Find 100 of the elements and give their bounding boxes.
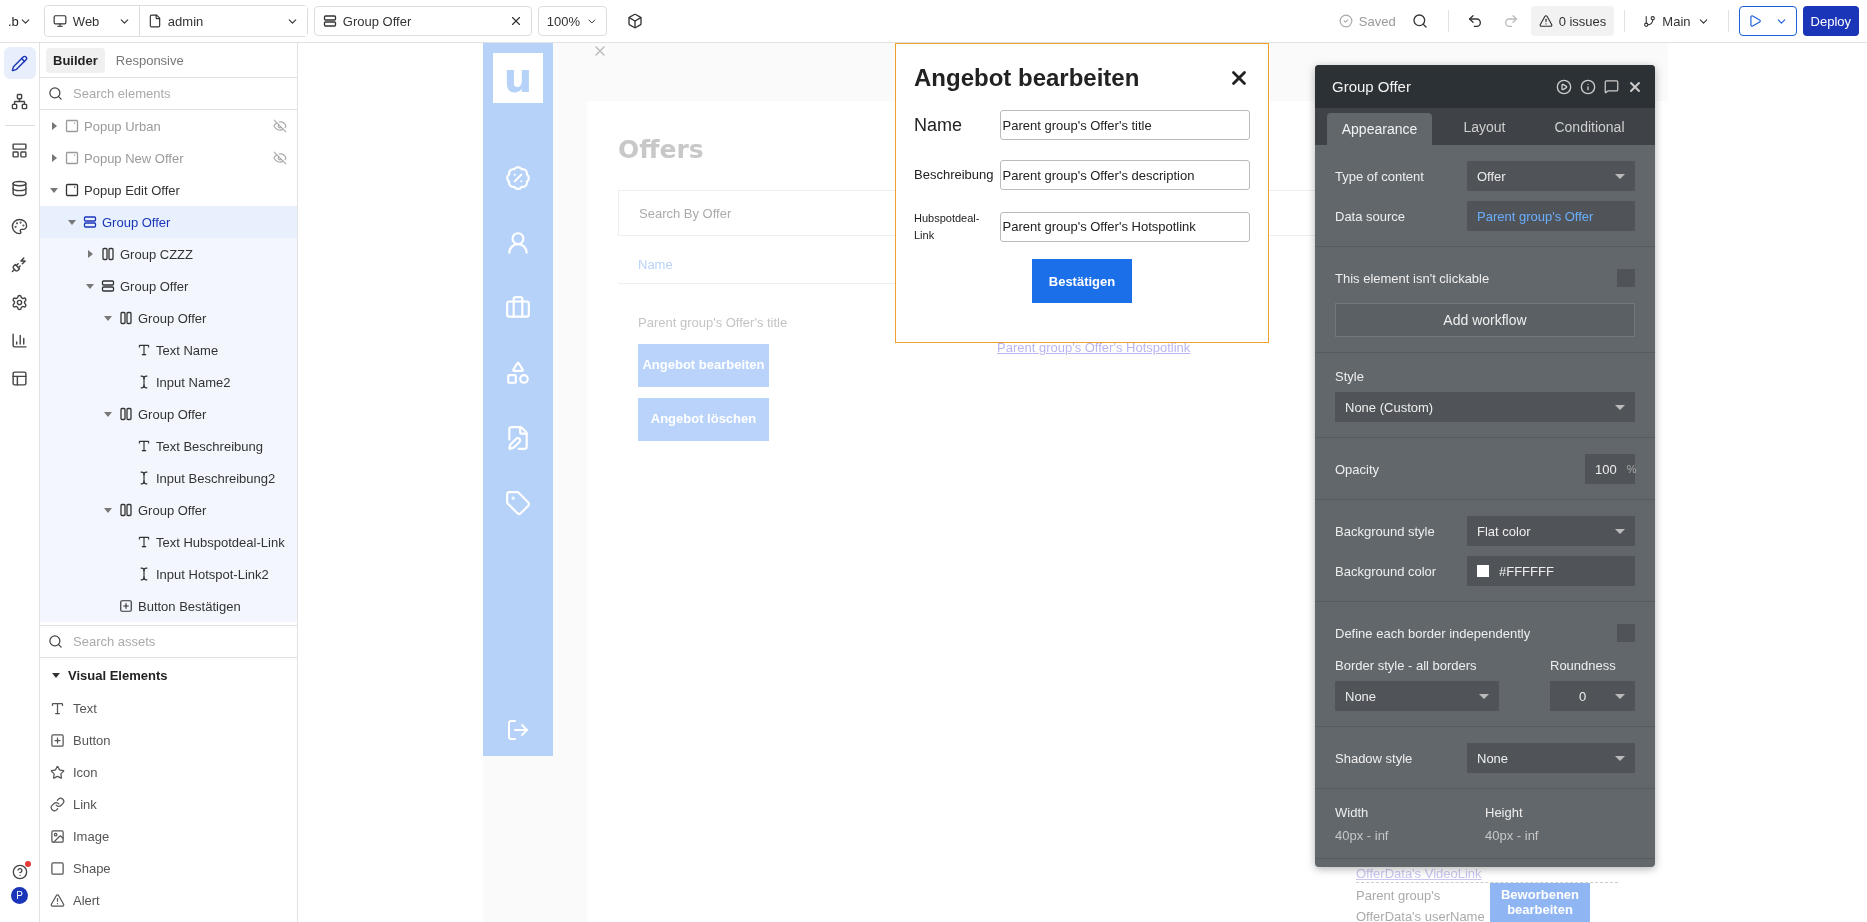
text-field[interactable]: Parent group's Offer's Hotspotlink — [999, 211, 1250, 242]
search-icon — [48, 634, 63, 649]
confirm-button[interactable]: Bestätigen — [1032, 259, 1132, 303]
field-label: Background style — [1335, 523, 1435, 539]
comment-icon[interactable] — [1604, 79, 1619, 94]
asset-item[interactable]: Shape — [40, 852, 297, 884]
columns-icon — [119, 311, 133, 325]
dropdown[interactable]: None — [1467, 743, 1635, 773]
notification-dot — [24, 861, 31, 867]
field-label: Background color — [1335, 563, 1437, 579]
dropdown[interactable]: 0 — [1550, 681, 1635, 711]
monitor-icon — [52, 14, 67, 28]
text-icon — [137, 439, 151, 453]
asset-item[interactable]: Button — [40, 724, 297, 756]
warning-icon — [1538, 14, 1553, 28]
asset-item[interactable]: Alert — [40, 884, 297, 916]
text-field[interactable]: Parent group's Offer's description — [999, 160, 1250, 190]
field-label: Border style - all borders — [1335, 658, 1478, 673]
icon-icon — [50, 764, 65, 780]
preview-button[interactable] — [1738, 6, 1797, 36]
field-label: Beschreibung — [914, 166, 995, 185]
panel-title: Group Offer — [1332, 78, 1412, 95]
branch-icon — [1643, 14, 1657, 28]
tree-item[interactable]: Text Hubspotdeal-Link — [40, 526, 297, 558]
page-icon — [147, 14, 162, 28]
asset-item[interactable]: Link — [40, 788, 297, 820]
field-label: Style — [1335, 369, 1365, 384]
tree-item[interactable]: Group Offer — [40, 206, 297, 238]
button-icon — [50, 732, 65, 748]
zoom-dropdown[interactable]: 100% — [537, 6, 607, 36]
field-label: Opacity — [1335, 461, 1380, 477]
field-label: Type of content — [1335, 168, 1424, 184]
color-field[interactable]: #FFFFFF — [1467, 556, 1635, 586]
field-value: 40px - inf — [1485, 828, 1540, 843]
user-avatar[interactable]: P — [11, 887, 28, 904]
logo: .b — [8, 13, 19, 29]
check-icon — [1338, 14, 1353, 28]
tree-item[interactable]: Input Beschreibung2 — [40, 462, 297, 494]
tree-item[interactable]: Group Offer — [40, 494, 297, 526]
saved-status: Saved — [1358, 13, 1396, 29]
panel-tab[interactable]: Builder — [46, 47, 105, 73]
tree-item[interactable]: Text Name — [40, 334, 297, 366]
field-label: Name — [914, 113, 963, 137]
checkbox-label: Define each border independently — [1335, 625, 1531, 641]
number-field[interactable]: 100 % — [1585, 454, 1635, 484]
panel-tab[interactable]: Conditional — [1537, 108, 1642, 145]
text-icon — [137, 343, 151, 357]
alert-icon — [50, 892, 65, 908]
tree-item[interactable]: Group Offer — [40, 270, 297, 302]
dropdown[interactable]: Offer — [1467, 161, 1635, 191]
field-label: Data source — [1335, 208, 1406, 224]
asset-item[interactable]: Icon — [40, 756, 297, 788]
tree-item[interactable]: Group Offer — [40, 302, 297, 334]
button-icon — [119, 599, 133, 613]
columns-icon — [101, 247, 115, 261]
design-icon[interactable] — [3, 47, 36, 79]
tree-item[interactable]: Input Hotspot-Link2 — [40, 558, 297, 590]
shape-icon — [50, 860, 65, 876]
text-field[interactable]: Parent group's Offer's title — [999, 110, 1250, 140]
search-icon — [48, 86, 63, 101]
text-icon — [50, 700, 65, 716]
user-name: Parent group's OfferData's userName — [1356, 887, 1485, 922]
element-selector[interactable]: Group Offer — [313, 6, 532, 36]
tree-item[interactable]: Text Beschreibung — [40, 430, 297, 462]
rows-icon — [322, 14, 337, 28]
dropdown[interactable]: Flat color — [1467, 516, 1635, 546]
search-icon[interactable] — [1411, 13, 1428, 29]
asset-item[interactable]: Image — [40, 820, 297, 852]
offer-title: Parent group's Offer's title — [638, 315, 788, 330]
section-header[interactable]: Visual Elements — [40, 658, 297, 692]
panel-tab[interactable]: Appearance — [1327, 113, 1432, 145]
field-label: Width — [1335, 805, 1370, 820]
popup-title: Angebot bearbeiten — [914, 64, 1140, 92]
help-icon[interactable] — [10, 863, 29, 881]
tree-item[interactable]: Group CZZZ — [40, 238, 297, 270]
text-icon — [137, 535, 151, 549]
tree-item[interactable]: Popup Edit Offer — [40, 174, 297, 206]
add-workflow-button[interactable]: Add workflow — [1335, 303, 1635, 337]
cube-icon[interactable] — [626, 13, 643, 29]
panel-tab[interactable]: Layout — [1432, 108, 1537, 145]
columns-icon — [119, 407, 133, 421]
popup-icon — [65, 151, 79, 165]
column-header: Name — [638, 257, 673, 272]
field-label: Hubspotdeal-Link — [914, 211, 981, 243]
info-icon[interactable] — [1580, 78, 1596, 95]
asset-item[interactable]: Text — [40, 692, 297, 724]
page-dropdown[interactable]: admin — [138, 6, 307, 36]
columns-icon — [119, 503, 133, 517]
issues-button[interactable]: 0 issues — [1530, 6, 1615, 36]
panel-tab[interactable]: Responsive — [108, 47, 191, 73]
dropdown[interactable]: None (Custom) — [1335, 392, 1635, 422]
undo-icon[interactable] — [1466, 13, 1483, 29]
play-icon[interactable] — [1556, 78, 1572, 95]
tree-item[interactable]: Group Offer — [40, 398, 297, 430]
deploy-button[interactable]: Deploy — [1802, 6, 1859, 36]
play-icon — [1747, 14, 1762, 28]
tree-item[interactable]: Button Bestätigen — [40, 590, 297, 622]
dropdown[interactable]: None — [1335, 681, 1499, 711]
image-icon — [50, 828, 65, 844]
tree-item[interactable]: Input Name2 — [40, 366, 297, 398]
